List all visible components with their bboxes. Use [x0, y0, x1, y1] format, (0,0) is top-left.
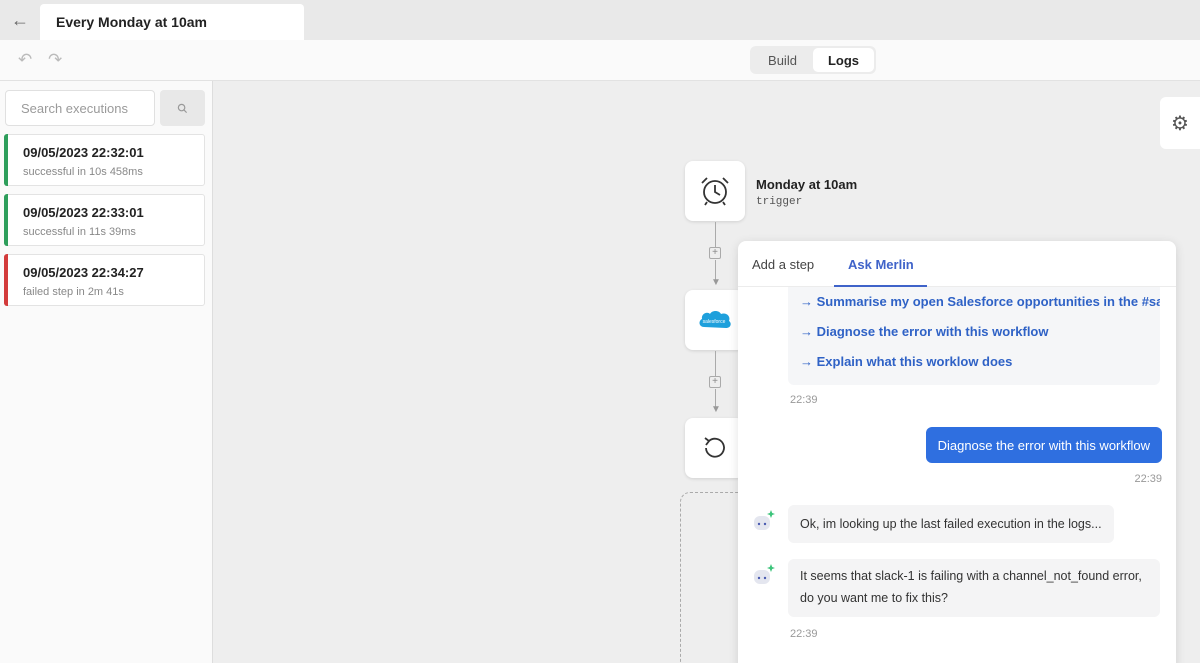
build-mode-button[interactable]: Build [752, 48, 813, 72]
search-icon [177, 103, 188, 113]
settings-button[interactable]: ⚙ [1160, 97, 1200, 149]
suggestion-link[interactable]: → Diagnose the error with this workflow [800, 324, 1160, 339]
title-bar: ← Every Monday at 10am [0, 0, 1200, 40]
tab-add-a-step[interactable]: Add a step [752, 257, 814, 272]
bot-avatar-icon [754, 564, 775, 584]
search-executions-input[interactable] [5, 90, 155, 126]
execution-timestamp: 09/05/2023 22:33:01 [23, 205, 144, 220]
execution-status: failed step in 2m 41s [23, 286, 124, 298]
assistant-panel: Add a step Ask Merlin → Summarise my ope… [738, 241, 1176, 663]
salesforce-node[interactable]: salesforce [685, 290, 745, 350]
assistant-tabs: Add a step Ask Merlin [738, 241, 1176, 287]
execution-item[interactable]: 09/05/2023 22:34:27 failed step in 2m 41… [4, 254, 205, 306]
redo-icon[interactable]: ↷ [48, 50, 62, 70]
loop-icon [704, 437, 725, 458]
suggestions-box: → Summarise my open Salesforce opportuni… [788, 287, 1160, 385]
arrow-down-icon: ▼ [711, 404, 721, 415]
mode-toggle: Build Logs [750, 46, 876, 74]
workflow-canvas[interactable]: ⚙ Monday at 10am trigger + ▼ salesforce … [214, 81, 1200, 663]
add-step-icon[interactable]: + [709, 376, 721, 388]
suggestion-link[interactable]: → Summarise my open Salesforce opportuni… [800, 294, 1160, 309]
status-indicator-success [4, 134, 8, 186]
execution-list: 09/05/2023 22:32:01 successful in 10s 45… [4, 134, 205, 314]
trigger-node[interactable] [685, 161, 745, 221]
arrow-left-icon: ← [11, 9, 29, 30]
bot-message: Ok, im looking up the last failed execut… [788, 505, 1114, 543]
toolbar: ↶ ↷ Build Logs [0, 40, 1200, 81]
back-button[interactable]: ← [0, 0, 40, 40]
tab-ask-merlin[interactable]: Ask Merlin [848, 257, 914, 272]
execution-status: successful in 10s 458ms [23, 166, 143, 178]
suggestion-text: Summarise my open Salesforce opportuniti… [816, 294, 1160, 309]
status-indicator-success [4, 194, 8, 246]
trigger-subtitle: trigger [756, 196, 803, 208]
search-button[interactable] [160, 90, 205, 126]
arrow-down-icon: ▼ [711, 277, 721, 288]
status-indicator-failed [4, 254, 8, 306]
connector-line [715, 351, 716, 376]
add-step-icon[interactable]: + [709, 247, 721, 259]
workflow-title-tab[interactable]: Every Monday at 10am [40, 4, 304, 40]
bot-avatar-icon [754, 510, 775, 530]
alarm-clock-icon [701, 177, 729, 206]
suggestion-text: Diagnose the error with this workflow [816, 324, 1049, 339]
execution-status: successful in 11s 39ms [23, 226, 136, 238]
bot-message: It seems that slack-1 is failing with a … [788, 559, 1160, 617]
user-message: Diagnose the error with this workflow [925, 427, 1162, 463]
salesforce-logo-text: salesforce [703, 319, 726, 325]
message-time: 22:39 [790, 394, 818, 406]
suggestion-text: Explain what this worklow does [816, 354, 1013, 369]
trigger-label: Monday at 10am trigger [756, 177, 857, 208]
message-time: 22:39 [790, 628, 818, 640]
loop-node[interactable] [685, 418, 745, 478]
connector-line [715, 222, 716, 247]
trigger-title: Monday at 10am [756, 177, 858, 192]
executions-sidebar: 09/05/2023 22:32:01 successful in 10s 45… [0, 81, 213, 663]
undo-icon[interactable]: ↶ [18, 50, 32, 70]
execution-item[interactable]: 09/05/2023 22:33:01 successful in 11s 39… [4, 194, 205, 246]
salesforce-icon: salesforce [699, 311, 731, 328]
execution-item[interactable]: 09/05/2023 22:32:01 successful in 10s 45… [4, 134, 205, 186]
gear-icon: ⚙ [1171, 112, 1189, 135]
logs-mode-button[interactable]: Logs [813, 48, 874, 72]
message-time: 22:39 [1134, 473, 1162, 485]
workflow-title: Every Monday at 10am [56, 14, 207, 30]
execution-timestamp: 09/05/2023 22:34:27 [23, 265, 144, 280]
execution-timestamp: 09/05/2023 22:32:01 [23, 145, 144, 160]
suggestion-link[interactable]: → Explain what this worklow does [800, 354, 1160, 369]
